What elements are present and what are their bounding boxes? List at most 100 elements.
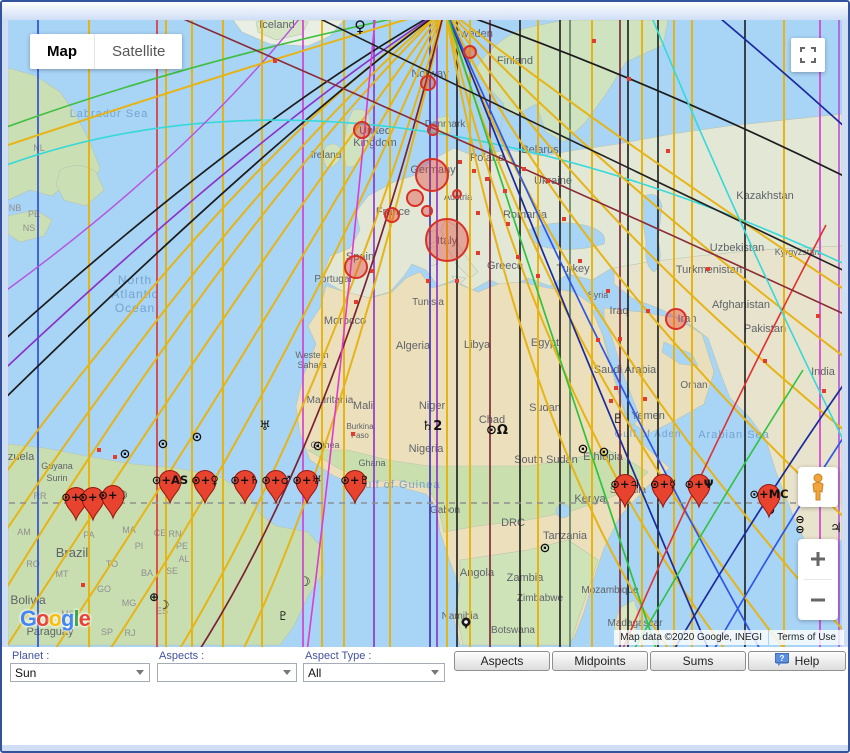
planet-glyph: ⊙: [540, 541, 551, 556]
landmass: [556, 504, 570, 518]
event-dot: [472, 169, 476, 173]
sums-button[interactable]: Sums: [650, 651, 746, 671]
fullscreen-icon: [800, 47, 816, 63]
event-circle[interactable]: [428, 125, 438, 135]
country-label: Botswana: [491, 625, 535, 636]
event-circle[interactable]: [426, 219, 468, 261]
country-label: Saudi Arabia: [594, 364, 657, 376]
help-button-label: Help: [795, 654, 820, 668]
astro-map-svg: Labrador SeaNorthAtlanticOceanGulf of Gu…: [8, 20, 844, 647]
planet-glyph: ⊙: [192, 430, 203, 445]
event-circle[interactable]: [407, 190, 423, 206]
state-label: MT: [56, 569, 69, 579]
event-dot: [81, 583, 85, 587]
map-pin-label: ⊙+♃: [610, 477, 640, 491]
event-circle[interactable]: [464, 46, 476, 58]
google-logo-letter: g: [61, 606, 73, 631]
aspects-select[interactable]: [157, 663, 297, 682]
fullscreen-button[interactable]: [791, 38, 825, 72]
state-label: AM: [17, 527, 31, 537]
country-label: Sudan: [529, 402, 561, 414]
event-dot: [506, 222, 510, 226]
help-icon: ?: [775, 653, 789, 669]
planet-glyph: ♀: [354, 20, 366, 36]
map-pin-label: ⊙+AS: [152, 473, 188, 487]
event-dot: [609, 399, 613, 403]
event-circle[interactable]: [385, 208, 399, 222]
event-dot: [596, 338, 600, 342]
planet-glyph: ♇: [278, 609, 289, 623]
state-label: SE: [166, 566, 178, 576]
state-label: NS: [23, 223, 36, 233]
planet-glyph: ♇: [612, 412, 624, 427]
event-circle[interactable]: [422, 206, 432, 216]
map-pin-label: ⊙+♀: [191, 473, 219, 487]
planet-glyph: ⊙: [120, 447, 131, 462]
map-attribution: Map data ©2020 Google, INEGI Terms of Us…: [614, 630, 844, 645]
google-logo-letter: G: [20, 606, 36, 631]
event-dot: [354, 300, 358, 304]
svg-text:?: ?: [779, 654, 784, 663]
window-frame-right: [842, 20, 848, 647]
state-label: RJ: [125, 628, 136, 638]
map-pin-label: ⊙+♅: [292, 473, 322, 487]
event-dot: [643, 397, 647, 401]
country-label: Guyana: [41, 461, 73, 471]
country-label: DRC: [501, 517, 525, 529]
country-label: Afghanistan: [712, 299, 770, 311]
terms-of-use-link[interactable]: Terms of Use: [769, 630, 844, 645]
event-dot: [370, 269, 374, 273]
event-circle[interactable]: [354, 122, 370, 138]
zoom-in-button[interactable]: [798, 539, 838, 579]
event-dot: [618, 337, 622, 341]
country-label: Kenya: [574, 493, 606, 505]
country-label: Nigeria: [409, 443, 445, 455]
chevron-down-icon: [136, 670, 144, 675]
country-label: Iraq: [610, 305, 629, 317]
event-dot: [273, 59, 277, 63]
minus-icon: [810, 592, 826, 608]
event-circle[interactable]: [416, 159, 448, 191]
map-pin-label: ⊙+Ψ: [684, 477, 713, 491]
aspect-type-select[interactable]: All: [303, 663, 445, 682]
midpoints-button[interactable]: Midpoints: [552, 651, 648, 671]
event-dot: [562, 217, 566, 221]
planet-select-value: Sun: [15, 666, 36, 680]
zoom-out-button[interactable]: [798, 580, 838, 620]
google-logo-letter: o: [49, 606, 61, 631]
state-label: SP: [101, 627, 113, 637]
event-circle[interactable]: [421, 76, 435, 90]
water-label: Labrador Sea: [70, 108, 149, 120]
map-canvas[interactable]: Labrador SeaNorthAtlanticOceanGulf of Gu…: [8, 20, 844, 647]
map-pin-label: ⊙+☿: [650, 477, 676, 491]
plus-icon: [810, 551, 826, 567]
country-label: Tunisia: [412, 297, 444, 308]
map-type-satellite-button[interactable]: Satellite: [95, 34, 182, 69]
map-pin-label: ⊙+MC: [749, 487, 788, 501]
event-dot: [763, 359, 767, 363]
map-type-map-button[interactable]: Map: [30, 34, 94, 69]
pegman-button[interactable]: [798, 467, 838, 507]
planet-glyph: ♅: [259, 419, 271, 434]
event-dot: [706, 267, 710, 271]
chevron-down-icon: [283, 670, 291, 675]
country-label: Zimbabwe: [517, 593, 564, 604]
help-button[interactable]: ? Help: [748, 651, 846, 671]
event-circle[interactable]: [345, 256, 367, 278]
country-label: Libya: [464, 339, 491, 351]
planet-glyph: ☽: [159, 598, 170, 612]
event-circle[interactable]: [666, 309, 686, 329]
state-label: AL: [178, 554, 189, 564]
event-dot: [822, 389, 826, 393]
google-logo[interactable]: Google: [20, 606, 90, 632]
event-dot: [546, 179, 550, 183]
window-frame-left: [2, 20, 8, 647]
state-label: NL: [33, 143, 45, 153]
aspects-button[interactable]: Aspects: [454, 651, 550, 671]
planet-select[interactable]: Sun: [10, 663, 150, 682]
event-dot: [578, 259, 582, 263]
event-circle[interactable]: [453, 190, 461, 198]
country-label: Mauritania: [307, 395, 354, 406]
planet-glyph: ⊙: [599, 445, 610, 460]
country-label: Uzbekistan: [710, 242, 764, 254]
